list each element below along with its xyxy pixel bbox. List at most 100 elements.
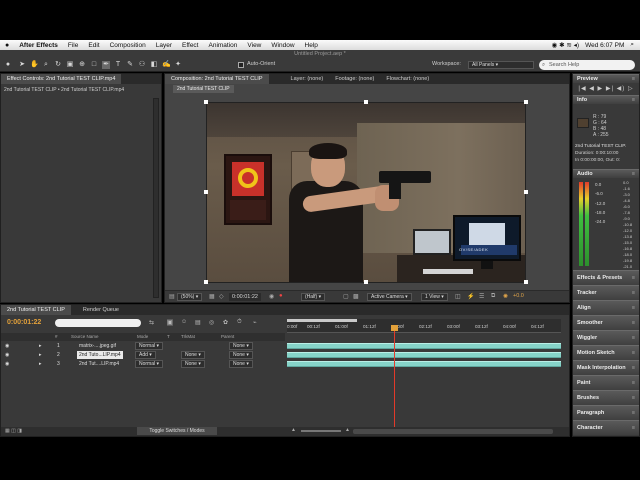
viewer-timecode[interactable]: 0:00:01:22 bbox=[229, 293, 261, 301]
menu-file[interactable]: File bbox=[63, 42, 83, 49]
tab-footage[interactable]: Footage: (none) bbox=[329, 74, 380, 84]
resolution-dropdown[interactable]: (Half) ▾ bbox=[301, 293, 326, 301]
handle-ml[interactable] bbox=[204, 190, 208, 194]
timeline-search-input[interactable] bbox=[55, 319, 141, 327]
zoom-in-icon[interactable]: ▲ bbox=[345, 427, 350, 433]
auto-orient-checkbox[interactable] bbox=[238, 62, 244, 68]
menu-clock[interactable]: Wed 6:07 PM bbox=[585, 42, 624, 49]
handle-br[interactable] bbox=[524, 280, 528, 284]
handle-tm[interactable] bbox=[364, 100, 368, 104]
close-window-icon[interactable]: ● bbox=[4, 61, 12, 69]
current-time-indicator[interactable] bbox=[390, 325, 398, 429]
layer-row-3[interactable]: ◉ ▸ 3 2nd Tut....LIP.mp4 Normal ▾ None ▾… bbox=[1, 360, 285, 368]
grid-icon[interactable]: ▦ bbox=[209, 293, 215, 300]
comp-name-tab[interactable]: 2nd Tutorial TEST CLIP bbox=[173, 85, 234, 93]
hide-shy-icon[interactable]: ☺ bbox=[181, 319, 187, 325]
eraser-tool-icon[interactable]: ◧ bbox=[150, 61, 158, 69]
align-header[interactable]: Align bbox=[573, 300, 639, 316]
handle-mr[interactable] bbox=[524, 190, 528, 194]
flowchart-icon[interactable]: ⧉ bbox=[491, 293, 495, 300]
layer-1-parent[interactable]: None ▾ bbox=[229, 342, 253, 350]
pan-behind-tool-icon[interactable]: ⊕ bbox=[78, 61, 86, 69]
layer-1-expand-icon[interactable]: ▸ bbox=[39, 342, 42, 350]
comp-mini-flowchart-icon[interactable]: ⇆ bbox=[149, 319, 154, 326]
layer-1-mode[interactable]: Normal ▾ bbox=[135, 342, 164, 350]
layer-row-2[interactable]: ◉ ▸ 2 2nd Tuto...LIP.mp4 Add ▾ None ▾ No… bbox=[1, 351, 285, 359]
menu-app-name[interactable]: After Effects bbox=[14, 42, 63, 49]
handle-tl[interactable] bbox=[204, 100, 208, 104]
menu-effect[interactable]: Effect bbox=[177, 42, 204, 49]
clone-tool-icon[interactable]: ⚇ bbox=[138, 61, 146, 69]
brushes-header[interactable]: Brushes bbox=[573, 390, 639, 406]
frame-blending-icon[interactable]: ▤ bbox=[195, 319, 201, 326]
menu-edit[interactable]: Edit bbox=[83, 42, 104, 49]
graph-editor-icon[interactable]: ⌁ bbox=[253, 319, 257, 326]
handle-tr[interactable] bbox=[524, 100, 528, 104]
draft-3d-icon[interactable]: ▣ bbox=[167, 319, 173, 326]
playhead-head-icon[interactable] bbox=[390, 325, 398, 331]
mask-visibility-icon[interactable]: ◇ bbox=[219, 293, 224, 300]
type-tool-icon[interactable]: T bbox=[114, 61, 122, 69]
snapshot-icon[interactable]: ◉ bbox=[269, 293, 274, 300]
tab-timeline-comp[interactable]: 2nd Tutorial TEST CLIP bbox=[1, 305, 71, 315]
menu-window[interactable]: Window bbox=[266, 42, 299, 49]
camera-tool-icon[interactable]: ▣ bbox=[66, 61, 74, 69]
workspace-dropdown[interactable]: All Panels ▾ bbox=[468, 61, 534, 69]
always-preview-icon[interactable]: ▤ bbox=[169, 293, 175, 300]
mask-interpolation-header[interactable]: Mask Interpolation bbox=[573, 360, 639, 376]
layer-3-parent[interactable]: None ▾ bbox=[229, 360, 253, 368]
fast-preview-icon[interactable]: ⚡ bbox=[467, 293, 474, 300]
motion-blur-icon[interactable]: ◎ bbox=[209, 319, 214, 326]
character-header[interactable]: Character bbox=[573, 420, 639, 436]
layer-2-expand-icon[interactable]: ▸ bbox=[39, 351, 42, 359]
toggle-pixel-icon[interactable]: ◫ bbox=[455, 293, 461, 300]
brush-tool-icon[interactable]: ✎ bbox=[126, 61, 134, 69]
tab-composition[interactable]: Composition: 2nd Tutorial TEST CLIP bbox=[165, 74, 269, 84]
hand-tool-icon[interactable]: ✋ bbox=[30, 61, 39, 69]
pen-tool-icon[interactable]: ✒ bbox=[102, 61, 110, 69]
menu-help[interactable]: Help bbox=[300, 42, 323, 49]
zoom-out-icon[interactable]: ▲ bbox=[291, 427, 296, 433]
layer-3-name[interactable]: 2nd Tut....LIP.mp4 bbox=[79, 360, 119, 368]
motion-sketch-header[interactable]: Motion Sketch bbox=[573, 345, 639, 361]
roi-icon[interactable]: ▢ bbox=[343, 293, 349, 300]
effect-controls-scrollbar[interactable] bbox=[153, 98, 159, 298]
menu-layer[interactable]: Layer bbox=[151, 42, 177, 49]
timeline-hscroll[interactable] bbox=[353, 429, 553, 434]
toggle-switches-modes[interactable]: Toggle Switches / Modes bbox=[137, 427, 217, 435]
tab-render-queue[interactable]: Render Queue bbox=[77, 305, 125, 315]
paint-header[interactable]: Paint bbox=[573, 375, 639, 391]
rotate-tool-icon[interactable]: ↻ bbox=[54, 61, 62, 69]
layer-row-1[interactable]: ◉ ▸ 1 matrix-....jpeg.gif Normal ▾ None … bbox=[1, 342, 285, 350]
layer-2-mode[interactable]: Add ▾ bbox=[135, 351, 156, 359]
work-area-bar[interactable] bbox=[287, 319, 357, 322]
puppet-tool-icon[interactable]: ✦ bbox=[174, 61, 182, 69]
camera-dropdown[interactable]: Active Camera ▾ bbox=[367, 293, 412, 301]
spotlight-icon[interactable]: ⌕ bbox=[630, 41, 634, 49]
menu-view[interactable]: View bbox=[242, 42, 266, 49]
exposure-value[interactable]: +0.0 bbox=[513, 293, 524, 299]
handle-bm[interactable] bbox=[364, 280, 368, 284]
menu-composition[interactable]: Composition bbox=[105, 42, 151, 49]
transparency-grid-icon[interactable]: ▩ bbox=[353, 293, 359, 300]
time-ruler[interactable]: 0:00f 00:12f 01:00f 01:12f 02:00f 02:12f… bbox=[287, 319, 561, 333]
preview-controls[interactable]: |◀ ◀ ▶ ▶| ◀) ▷ bbox=[573, 83, 639, 95]
layer-3-expand-icon[interactable]: ▸ bbox=[39, 360, 42, 368]
layer-3-mode[interactable]: Normal ▾ bbox=[135, 360, 164, 368]
layer-2-name[interactable]: 2nd Tuto...LIP.mp4 bbox=[77, 351, 123, 359]
layer-3-track[interactable] bbox=[287, 361, 561, 367]
layer-3-trkmat[interactable]: None ▾ bbox=[181, 360, 205, 368]
info-panel-header[interactable]: Info bbox=[573, 95, 639, 105]
selection-tool-icon[interactable]: ➤ bbox=[18, 61, 26, 69]
zoom-dropdown[interactable]: (50%) ▾ bbox=[177, 293, 203, 301]
exposure-icon[interactable]: ✺ bbox=[503, 293, 508, 300]
views-dropdown[interactable]: 1 View ▾ bbox=[421, 293, 448, 301]
handle-bl[interactable] bbox=[204, 280, 208, 284]
tracker-header[interactable]: Tracker bbox=[573, 285, 639, 301]
tab-flowchart[interactable]: Flowchart: (none) bbox=[380, 74, 435, 84]
roto-brush-icon[interactable]: ✍ bbox=[162, 61, 171, 69]
zoom-slider[interactable] bbox=[301, 430, 341, 432]
status-icons[interactable]: ◉ ✱ ≋ ◂) bbox=[552, 41, 579, 49]
layer-1-name[interactable]: matrix-....jpeg.gif bbox=[79, 342, 116, 350]
menu-animation[interactable]: Animation bbox=[204, 42, 243, 49]
